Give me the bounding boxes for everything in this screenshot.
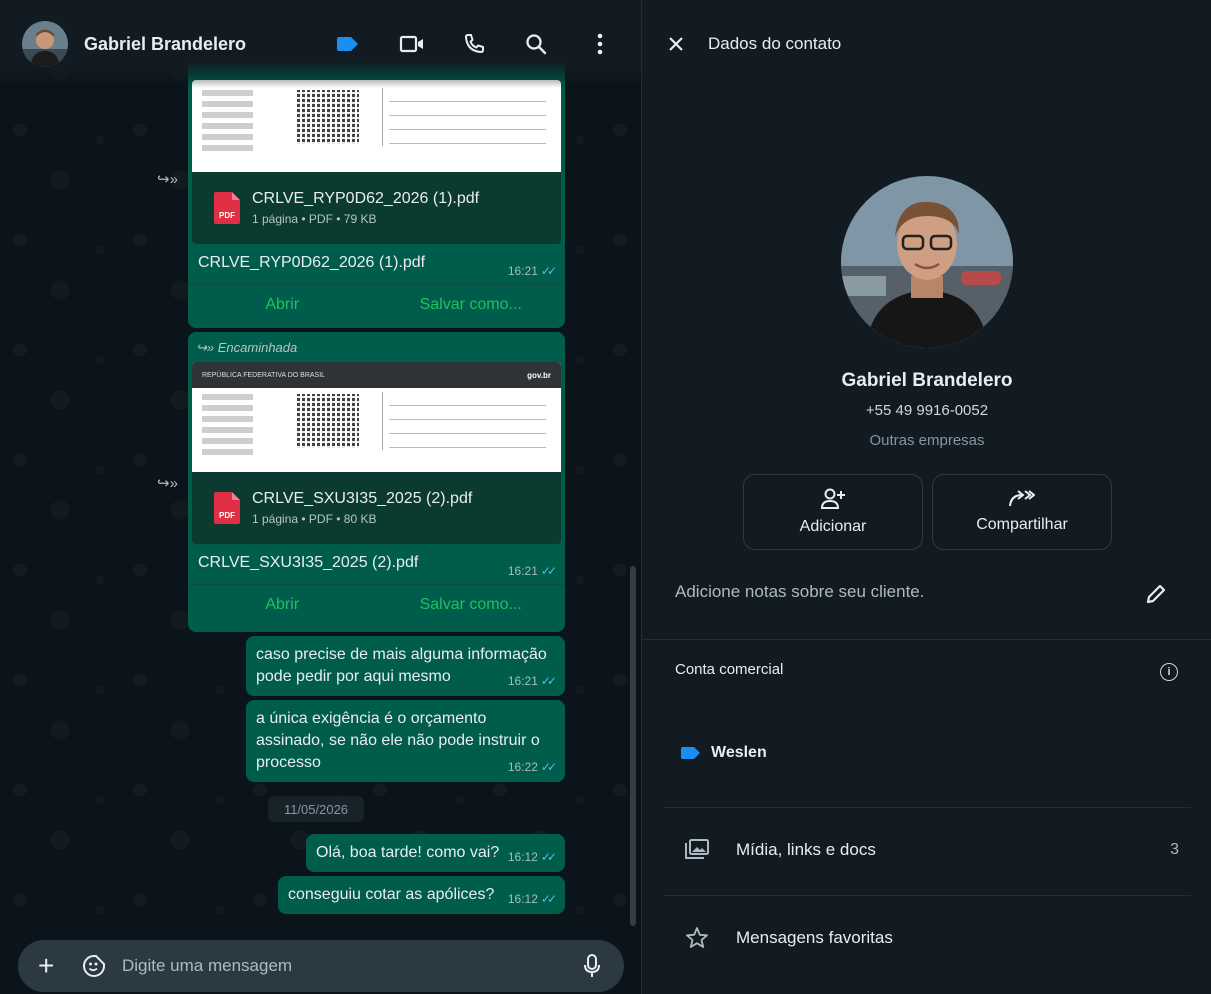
chat-contact-name[interactable]: Gabriel Brandelero	[84, 34, 246, 55]
message-time: 16:21 ✓✓	[507, 564, 557, 578]
attach-plus-icon[interactable]: +	[38, 952, 66, 980]
document-preview[interactable]: REPÚBLICA FEDERATIVA DO BRASIL gov.br	[192, 362, 561, 472]
contact-name: Gabriel Brandelero	[841, 370, 1013, 391]
pdf-file-icon: PDF	[214, 192, 240, 224]
message-time: 16:22 ✓✓	[508, 756, 557, 778]
chat-pane: Gabriel Brandelero ↪︎» PDF CRLVE_RYP0D62…	[0, 0, 641, 994]
close-icon[interactable]	[666, 34, 686, 54]
notes-input[interactable]: Adicione notas sobre seu cliente.	[675, 582, 925, 602]
document-actions: Abrir Salvar como...	[188, 284, 565, 324]
contact-profile-photo[interactable]	[841, 176, 1013, 348]
save-document-button[interactable]: Salvar como...	[377, 296, 566, 314]
read-receipt-icon: ✓✓	[540, 892, 557, 906]
pdf-file-icon: PDF	[214, 492, 240, 524]
forwarded-label: ↪» Encaminhada	[196, 340, 298, 355]
microphone-icon[interactable]	[582, 954, 602, 978]
section-divider	[664, 807, 1191, 808]
date-separator: 11/05/2026	[268, 796, 364, 822]
read-receipt-icon: ✓✓	[540, 564, 557, 578]
contact-panel-title: Dados do contato	[708, 34, 842, 53]
starred-messages-row[interactable]: Mensagens favoritas	[642, 913, 1211, 963]
chat-scrollbar-thumb[interactable]	[630, 566, 636, 926]
contact-label-name: Weslen	[711, 744, 767, 761]
read-receipt-icon: ✓✓	[540, 850, 557, 864]
doc-header-text: REPÚBLICA FEDERATIVA DO BRASIL	[202, 371, 326, 379]
section-divider	[642, 639, 1211, 640]
label-icon[interactable]	[332, 28, 364, 60]
open-document-button[interactable]: Abrir	[188, 596, 377, 614]
read-receipt-icon: ✓✓	[540, 760, 557, 774]
message-text-line: a única exigência é o orçamento	[256, 710, 487, 727]
starred-messages-label: Mensagens favoritas	[736, 928, 893, 947]
message-time: 16:21 ✓✓	[507, 264, 557, 278]
add-contact-button[interactable]: Adicionar	[743, 474, 923, 550]
message-time: 16:21 ✓✓	[508, 670, 557, 692]
voice-call-icon[interactable]	[458, 28, 490, 60]
share-forward-icon	[1009, 490, 1035, 507]
add-person-icon	[821, 488, 845, 509]
read-receipt-icon: ✓✓	[540, 674, 557, 688]
document-file-name: CRLVE_RYP0D62_2026 (1).pdf	[252, 190, 480, 207]
chat-header[interactable]: Gabriel Brandelero	[0, 0, 641, 88]
more-options-icon[interactable]	[584, 28, 616, 60]
add-contact-label: Adicionar	[799, 518, 867, 535]
media-links-docs-label: Mídia, links e docs	[736, 840, 876, 859]
forward-message-icon[interactable]: ↪︎»	[157, 170, 178, 188]
video-call-icon[interactable]	[396, 28, 428, 60]
message-text-line: caso precise de mais alguma informação	[256, 646, 547, 663]
media-gallery-icon	[684, 837, 710, 863]
document-file-info: 1 página • PDF • 80 KB	[252, 512, 377, 526]
message-time: 16:12 ✓✓	[508, 846, 557, 868]
document-file-card[interactable]: PDF CRLVE_RYP0D62_2026 (1).pdf 1 página …	[192, 172, 561, 244]
text-message[interactable]: a única exigência é o orçamento assinado…	[246, 700, 565, 782]
app-window: Gabriel Brandelero ↪︎» PDF CRLVE_RYP0D62…	[0, 0, 1211, 994]
document-actions: Abrir Salvar como...	[188, 584, 565, 624]
contact-panel-header: Dados do contato	[642, 0, 1211, 88]
message-text-line: assinado, se não ele não pode instruir o	[256, 732, 540, 749]
document-caption-text: CRLVE_SXU3I35_2025 (2).pdf	[198, 554, 419, 571]
star-icon	[684, 925, 710, 951]
message-composer[interactable]: + Digite uma mensagem	[18, 940, 624, 992]
open-document-button[interactable]: Abrir	[188, 296, 377, 314]
message-input[interactable]: Digite uma mensagem	[122, 956, 624, 976]
contact-avatar[interactable]	[22, 21, 68, 67]
edit-pencil-icon[interactable]	[1144, 582, 1168, 606]
text-message[interactable]: caso precise de mais alguma informação p…	[246, 636, 565, 696]
document-file-info: 1 página • PDF • 79 KB	[252, 212, 377, 226]
message-list[interactable]: ↪︎» PDF CRLVE_RYP0D62_2026 (1).pdf 1 pág…	[0, 0, 641, 994]
save-document-button[interactable]: Salvar como...	[377, 596, 566, 614]
label-tag-icon	[681, 747, 700, 759]
contact-info-panel: Dados do contato Gabriel Brandelero +55 …	[641, 0, 1211, 994]
search-icon[interactable]	[520, 28, 552, 60]
read-receipt-icon: ✓✓	[540, 264, 557, 278]
media-links-docs-row[interactable]: Mídia, links e docs 3	[642, 825, 1211, 875]
share-contact-label: Compartilhar	[976, 516, 1068, 533]
contact-phone: +55 49 9916-0052	[865, 402, 989, 419]
info-icon[interactable]: i	[1160, 663, 1178, 681]
share-contact-button[interactable]: Compartilhar	[932, 474, 1112, 550]
document-caption: CRLVE_RYP0D62_2026 (1).pdf 16:21 ✓✓	[188, 244, 565, 284]
sticker-icon[interactable]	[82, 954, 106, 978]
text-message[interactable]: conseguiu cotar as apólices? 16:12 ✓✓	[278, 876, 565, 914]
doc-brand: gov.br	[527, 370, 551, 380]
section-divider	[664, 895, 1191, 896]
business-account-label: Conta comercial	[675, 661, 784, 678]
contact-business-category: Outras empresas	[869, 432, 985, 449]
document-file-name: CRLVE_SXU3I35_2025 (2).pdf	[252, 490, 473, 507]
document-file-card[interactable]: PDF CRLVE_SXU3I35_2025 (2).pdf 1 página …	[192, 472, 561, 544]
document-caption-text: CRLVE_RYP0D62_2026 (1).pdf	[198, 254, 426, 271]
document-caption: CRLVE_SXU3I35_2025 (2).pdf 16:21 ✓✓	[188, 544, 565, 584]
text-message[interactable]: Olá, boa tarde! como vai? 16:12 ✓✓	[306, 834, 565, 872]
document-message: ↪» Encaminhada REPÚBLICA FEDERATIVA DO B…	[188, 332, 565, 632]
contact-label-tag[interactable]: Weslen	[681, 744, 767, 762]
message-time: 16:12 ✓✓	[508, 888, 557, 910]
document-preview[interactable]	[192, 80, 561, 172]
media-count: 3	[1170, 841, 1179, 858]
forward-message-icon[interactable]: ↪︎»	[157, 474, 178, 492]
